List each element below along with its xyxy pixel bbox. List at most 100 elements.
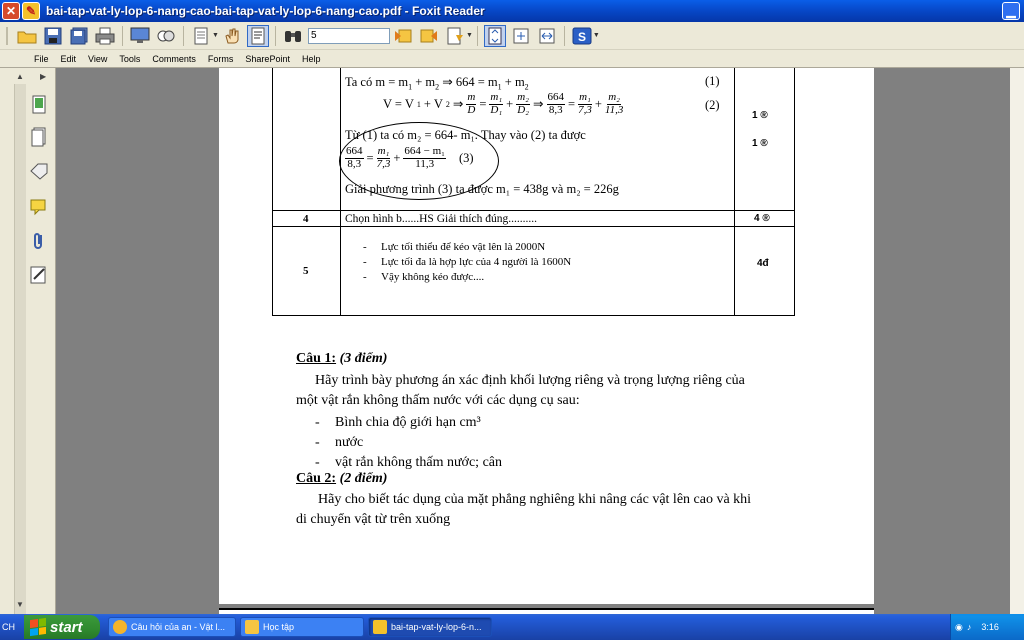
binoculars-icon[interactable] xyxy=(282,25,304,47)
save-icon[interactable] xyxy=(42,25,64,47)
select-text-icon[interactable] xyxy=(246,24,269,47)
clock[interactable]: 3:16 xyxy=(981,622,999,632)
formula-text: + m xyxy=(412,75,436,89)
menu-comments[interactable]: Comments xyxy=(146,54,202,64)
taskbar-item-browser[interactable]: Câu hỏi của an - Vật l... xyxy=(108,617,236,637)
menu-sharepoint[interactable]: SharePoint xyxy=(239,54,296,64)
menu-view[interactable]: View xyxy=(82,54,113,64)
taskbar-item-folder[interactable]: Học tập xyxy=(240,617,364,637)
list-item-text: vật rắn không thấm nước; cân xyxy=(335,455,502,470)
question-1-text-2: một vật rắn không thấm nước với các dụng… xyxy=(296,393,580,408)
signature-icon[interactable] xyxy=(28,264,50,286)
network-icon[interactable]: ◉ xyxy=(955,622,963,633)
menu-edit[interactable]: Edit xyxy=(55,54,83,64)
numerator: m₁ xyxy=(578,91,592,105)
print-icon[interactable] xyxy=(94,25,116,47)
fit-page-icon[interactable] xyxy=(510,25,532,47)
fit-width-icon[interactable] xyxy=(536,25,558,47)
task-label: Câu hỏi của an - Vật l... xyxy=(131,622,226,632)
menu-help[interactable]: Help xyxy=(296,54,327,64)
fraction: 664 8,3 xyxy=(546,91,565,116)
subscript: 1 xyxy=(416,99,421,109)
scroll-up-icon[interactable]: ▲ xyxy=(16,72,24,81)
question-2-heading: Câu 2: (2 điểm) xyxy=(296,471,387,487)
denominator: D₂ xyxy=(517,103,530,116)
question-points: (3 điểm) xyxy=(336,351,388,366)
navigation-panel: ▲ ▶ ▼ xyxy=(0,68,56,614)
hand-tool-icon[interactable] xyxy=(221,25,243,47)
taskbar-item-foxit[interactable]: bai-tap-vat-ly-lop-6-n... xyxy=(368,617,492,637)
table-row-divider xyxy=(273,210,794,211)
chevron-down-icon[interactable]: ▼ xyxy=(212,32,219,39)
row-number: 4 xyxy=(303,213,309,225)
plus-sign: + xyxy=(506,96,514,111)
layers-icon[interactable] xyxy=(28,126,50,148)
equals-sign: = xyxy=(568,96,576,111)
toolbar-separator xyxy=(476,25,478,46)
pages-icon[interactable] xyxy=(28,94,50,116)
chevron-down-icon[interactable]: ▼ xyxy=(593,32,600,39)
denominator: 7,3 xyxy=(578,103,592,116)
table-row-divider xyxy=(273,226,794,227)
toolbar-separator xyxy=(122,25,123,46)
formula-text: + V xyxy=(423,96,443,111)
actual-size-icon[interactable] xyxy=(483,24,506,47)
close-icon[interactable]: ✕ xyxy=(2,2,20,20)
attachment-icon[interactable] xyxy=(28,230,50,252)
svg-text:S: S xyxy=(578,30,586,44)
language-indicator[interactable]: CH xyxy=(0,622,24,632)
panel-scrollbar[interactable] xyxy=(14,84,26,614)
answer-table: Ta có m = m1 + m2 ⇒ 664 = m1 + m2 (1) V … xyxy=(272,68,795,316)
document-scrollbar[interactable] xyxy=(1010,68,1024,614)
list-item: - Lực tối thiểu để kéo vật lên là 2000N xyxy=(363,241,546,253)
folder-icon xyxy=(245,620,259,634)
taskbar: CH start Câu hỏi của an - Vật l... Học t… xyxy=(0,614,1024,640)
window-title: bai-tap-vat-ly-lop-6-nang-cao-bai-tap-va… xyxy=(46,4,485,18)
toolbar-separator xyxy=(183,25,184,46)
menu-bar: File Edit View Tools Comments Forms Shar… xyxy=(0,50,1024,68)
menu-forms[interactable]: Forms xyxy=(202,54,240,64)
question-points: (2 điểm) xyxy=(336,471,388,486)
menu-tools[interactable]: Tools xyxy=(113,54,146,64)
table-col-divider xyxy=(734,68,735,316)
list-item-text: Vậy không kéo được.... xyxy=(381,271,485,283)
find-input[interactable] xyxy=(307,27,390,44)
chevron-down-icon[interactable]: ▼ xyxy=(466,32,473,39)
fraction: m₂ 11,3 xyxy=(605,91,623,116)
browser-icon xyxy=(113,620,127,634)
minimize-button[interactable]: ▁ xyxy=(1002,2,1020,20)
list-item: - Bình chia độ giới hạn cm³ xyxy=(315,415,481,430)
question-label: Câu 2: xyxy=(296,471,337,486)
scan-icon[interactable] xyxy=(155,25,177,47)
table-col-divider xyxy=(340,68,341,316)
start-button[interactable]: start xyxy=(24,615,100,639)
scroll-down-icon[interactable]: ▼ xyxy=(16,600,24,609)
volume-icon[interactable]: ♪ xyxy=(967,622,972,632)
numerator: m₂ xyxy=(516,91,531,105)
question-2-text-2: di chuyển vật từ trên xuống xyxy=(296,512,451,527)
document-icon[interactable] xyxy=(190,25,212,47)
bookmark-icon[interactable] xyxy=(444,25,466,47)
question-1-text-1: Hãy trình bày phương án xác định khối lư… xyxy=(315,373,745,388)
comments-icon[interactable] xyxy=(28,196,50,218)
list-item-text: Lực tối thiểu để kéo vật lên là 2000N xyxy=(381,241,546,253)
row-number: 5 xyxy=(303,265,309,277)
menu-file[interactable]: File xyxy=(28,54,55,64)
open-folder-icon[interactable] xyxy=(16,25,38,47)
find-next-icon[interactable] xyxy=(418,25,440,47)
formula-line-5: Giải phương trình (3) ta được m₁ = 438g … xyxy=(345,182,619,196)
foxit-s-icon[interactable]: S xyxy=(571,25,593,47)
task-label: Học tập xyxy=(263,622,295,632)
expand-panel-icon[interactable]: ▶ xyxy=(40,72,46,81)
fraction: m₁ D₁ xyxy=(489,91,504,116)
fraction: mD xyxy=(466,91,477,116)
denominator: D xyxy=(467,103,476,116)
system-tray: ◉ ♪ 3:16 xyxy=(950,614,1024,640)
score-label: 4 ® xyxy=(754,213,770,224)
tag-icon[interactable] xyxy=(28,160,50,182)
numerator: 664 xyxy=(546,91,565,105)
formula-text: + m xyxy=(501,75,525,89)
monitor-icon[interactable] xyxy=(129,25,151,47)
save-all-icon[interactable] xyxy=(68,25,90,47)
find-previous-icon[interactable] xyxy=(392,25,414,47)
